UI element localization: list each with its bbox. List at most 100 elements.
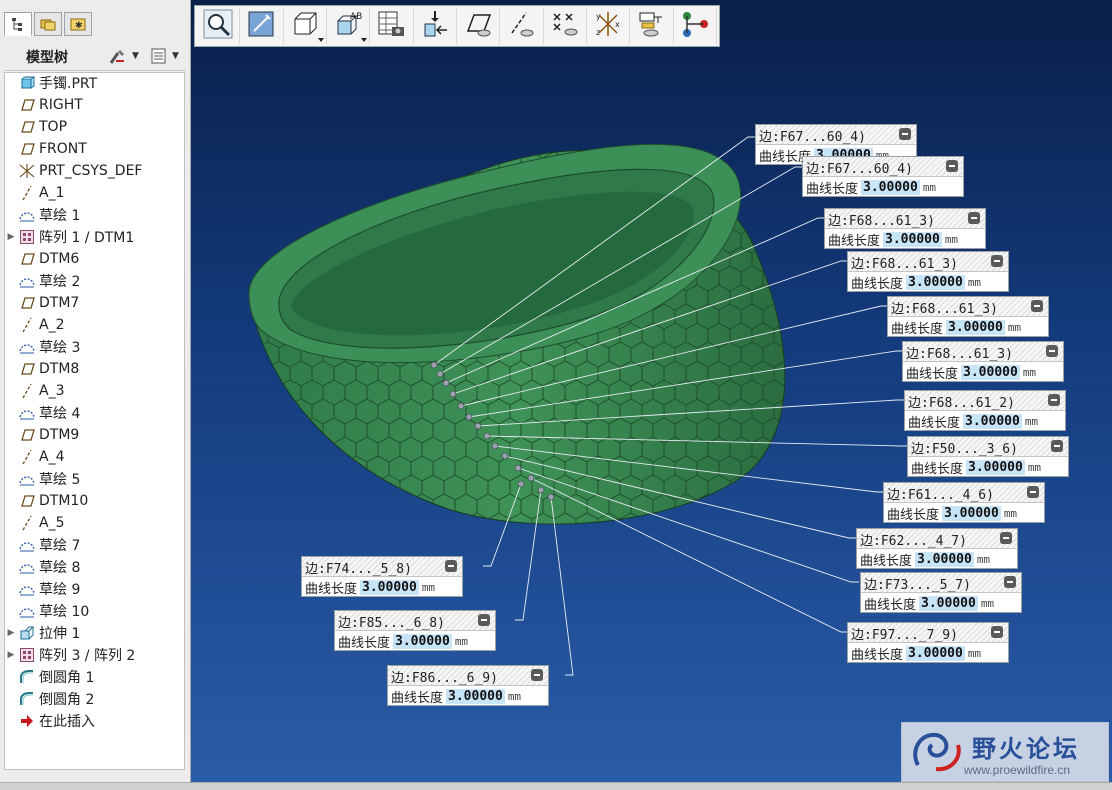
tree-item[interactable]: TOP (5, 116, 184, 138)
callout-title-bar[interactable]: 边:F67...60_4) (756, 125, 916, 145)
tree-item[interactable]: 在此插入 (5, 710, 184, 732)
tree-item[interactable]: ▶ 阵列 1 / DTM1 (5, 226, 184, 248)
callout-title-bar[interactable]: 边:F68...61_3) (825, 209, 985, 229)
tree-item[interactable]: A_5 (5, 512, 184, 534)
collapse-icon[interactable] (445, 560, 457, 572)
tree-item[interactable]: DTM10 (5, 490, 184, 512)
tree-item[interactable]: RIGHT (5, 94, 184, 116)
callout-title-bar[interactable]: 边:F68...61_3) (848, 252, 1008, 272)
callout-title-bar[interactable]: 边:F67...60_4) (803, 157, 963, 177)
tree-show-button[interactable]: ▼ (150, 46, 186, 66)
tree-item[interactable]: A_2 (5, 314, 184, 336)
tree-item[interactable]: 草绘 5 (5, 468, 184, 490)
dropdown-arrow-icon[interactable] (317, 38, 324, 42)
csys-display-button[interactable]: yxz (587, 8, 631, 44)
measure-callout[interactable]: 边:F68...61_3) 曲线长度 3.00000 mm (887, 296, 1049, 337)
annotation-display-button[interactable] (630, 8, 674, 44)
tree-item[interactable]: 草绘 1 (5, 204, 184, 226)
collapse-icon[interactable] (899, 128, 911, 140)
tree-item[interactable]: DTM6 (5, 248, 184, 270)
callout-title-bar[interactable]: 边:F68...61_3) (903, 342, 1063, 362)
tree-item[interactable]: 草绘 10 (5, 600, 184, 622)
tree-item[interactable]: 草绘 2 (5, 270, 184, 292)
display-style-button[interactable] (284, 8, 327, 44)
measure-callout[interactable]: 边:F68...61_2) 曲线长度 3.00000 mm (904, 390, 1066, 431)
expand-arrow-icon[interactable]: ▶ (5, 232, 17, 242)
measure-callout[interactable]: 边:F67...60_4) 曲线长度 3.00000 mm (802, 156, 964, 197)
table-capture-button[interactable] (370, 8, 414, 44)
tree-item[interactable]: 草绘 4 (5, 402, 184, 424)
collapse-icon[interactable] (1027, 486, 1039, 498)
collapse-icon[interactable] (478, 614, 490, 626)
measure-callout[interactable]: 边:F73..._5_7) 曲线长度 3.00000 mm (860, 572, 1022, 613)
curve-length-value: 3.00000 (360, 579, 419, 595)
tree-item[interactable]: A_1 (5, 182, 184, 204)
callout-title-bar[interactable]: 边:F50..._3_6) (908, 437, 1068, 457)
tree-item[interactable]: 草绘 8 (5, 556, 184, 578)
tree-item[interactable]: A_3 (5, 380, 184, 402)
measure-callout[interactable]: 边:F97..._7_9) 曲线长度 3.00000 mm (847, 622, 1009, 663)
point-display-button[interactable] (544, 8, 587, 44)
callout-title-bar[interactable]: 边:F97..._7_9) (848, 623, 1008, 643)
collapse-icon[interactable] (1000, 532, 1012, 544)
tree-item[interactable]: 草绘 3 (5, 336, 184, 358)
tree-item[interactable]: DTM7 (5, 292, 184, 314)
dropdown-arrow-icon[interactable] (361, 38, 368, 42)
expand-arrow-icon[interactable]: ▶ (5, 628, 17, 638)
measure-callout[interactable]: 边:F85..._6_8) 曲线长度 3.00000 mm (334, 610, 496, 651)
measure-callout[interactable]: 边:F68...61_3) 曲线长度 3.00000 mm (902, 341, 1064, 382)
collapse-icon[interactable] (1046, 345, 1058, 357)
callout-title-bar[interactable]: 边:F61..._4_6) (884, 483, 1044, 503)
tree-item[interactable]: 手镯.PRT (5, 72, 184, 94)
tree-item[interactable]: FRONT (5, 138, 184, 160)
tree-item[interactable]: DTM9 (5, 424, 184, 446)
callout-title-bar[interactable]: 边:F86..._6_9) (388, 666, 548, 686)
measure-callout[interactable]: 边:F68...61_3) 曲线长度 3.00000 mm (847, 251, 1009, 292)
tree-item[interactable]: A_4 (5, 446, 184, 468)
dropdown-arrow-icon: ▼ (172, 51, 179, 61)
collapse-icon[interactable] (1031, 300, 1043, 312)
plane-display-button[interactable] (457, 8, 501, 44)
collapse-icon[interactable] (968, 212, 980, 224)
callout-title-bar[interactable]: 边:F62..._4_7) (857, 529, 1017, 549)
tree-item[interactable]: 倒圆角 2 (5, 688, 184, 710)
tree-item[interactable]: 草绘 7 (5, 534, 184, 556)
tree-item[interactable]: ▶ 阵列 3 / 阵列 2 (5, 644, 184, 666)
measure-callout[interactable]: 边:F62..._4_7) 曲线长度 3.00000 mm (856, 528, 1018, 569)
tree-item[interactable]: PRT_CSYS_DEF (5, 160, 184, 182)
tree-item[interactable]: 倒圆角 1 (5, 666, 184, 688)
callout-title-bar[interactable]: 边:F68...61_2) (905, 391, 1065, 411)
tab-folder-browser[interactable] (34, 12, 62, 36)
tab-favorites[interactable]: ✱ (64, 12, 92, 36)
measure-callout[interactable]: 边:F74..._5_8) 曲线长度 3.00000 mm (301, 556, 463, 597)
collapse-icon[interactable] (991, 626, 1003, 638)
tree-item[interactable]: 草绘 9 (5, 578, 184, 600)
repaint-button[interactable] (240, 8, 284, 44)
collapse-icon[interactable] (1048, 394, 1060, 406)
saved-views-button[interactable]: AB (327, 8, 371, 44)
collapse-icon[interactable] (1004, 576, 1016, 588)
point-display-icon (550, 9, 580, 43)
tab-model-tree[interactable] (4, 12, 32, 36)
insert-feature-button[interactable] (414, 8, 457, 44)
connect-button[interactable] (674, 8, 717, 44)
tree-settings-button[interactable]: ▼ (108, 46, 142, 66)
collapse-icon[interactable] (991, 255, 1003, 267)
measure-callout[interactable]: 边:F86..._6_9) 曲线长度 3.00000 mm (387, 665, 549, 706)
tree-item[interactable]: DTM8 (5, 358, 184, 380)
measure-callout[interactable]: 边:F50..._3_6) 曲线长度 3.00000 mm (907, 436, 1069, 477)
callout-title-bar[interactable]: 边:F74..._5_8) (302, 557, 462, 577)
measure-callout[interactable]: 边:F68...61_3) 曲线长度 3.00000 mm (824, 208, 986, 249)
axis-display-button[interactable] (500, 8, 544, 44)
callout-title-bar[interactable]: 边:F73..._5_7) (861, 573, 1021, 593)
measure-callout[interactable]: 边:F61..._4_6) 曲线长度 3.00000 mm (883, 482, 1045, 523)
collapse-icon[interactable] (531, 669, 543, 681)
graphics-viewport[interactable]: 边:F67...60_4) 曲线长度 3.00000 mm 边:F67...60_4) 曲… (191, 0, 1112, 782)
tree-item[interactable]: ▶ 拉伸 1 (5, 622, 184, 644)
expand-arrow-icon[interactable]: ▶ (5, 650, 17, 660)
collapse-icon[interactable] (946, 160, 958, 172)
callout-title-bar[interactable]: 边:F68...61_3) (888, 297, 1048, 317)
callout-title-bar[interactable]: 边:F85..._6_8) (335, 611, 495, 631)
collapse-icon[interactable] (1051, 440, 1063, 452)
zoom-button[interactable] (197, 8, 241, 44)
